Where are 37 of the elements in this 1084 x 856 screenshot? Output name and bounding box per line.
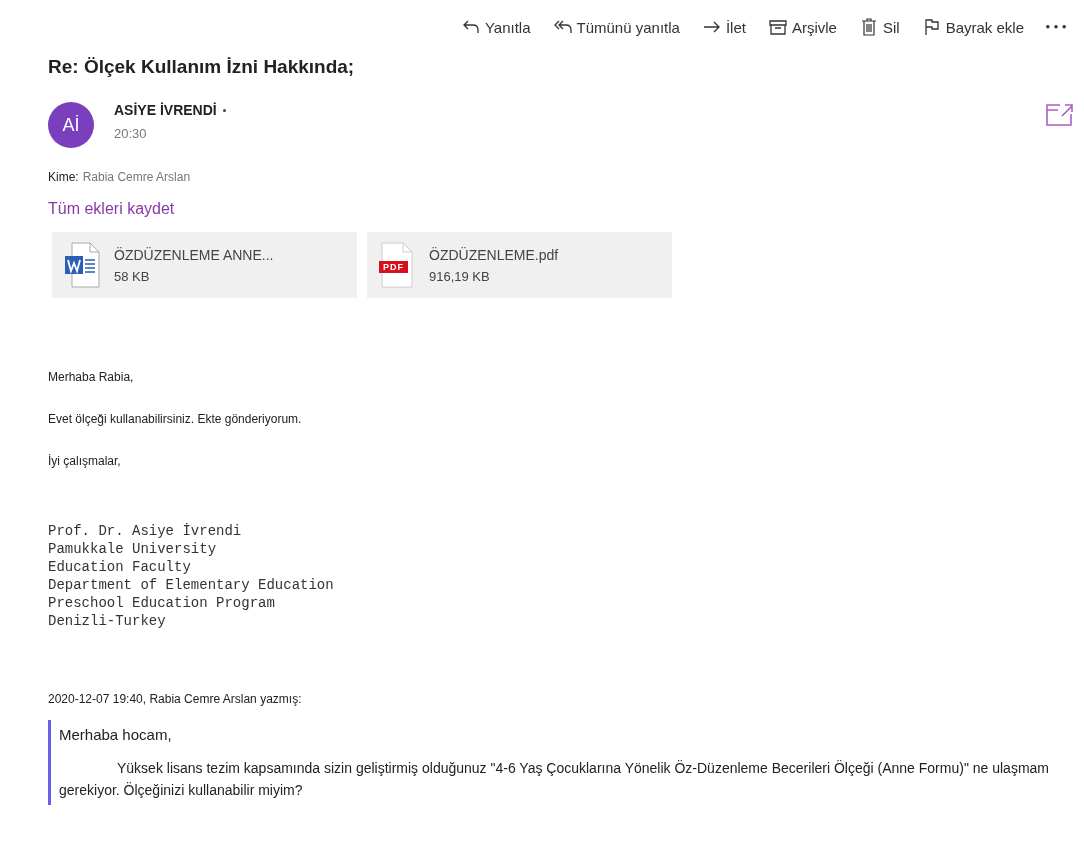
attachment-name: ÖZDÜZENLEME.pdf <box>429 246 559 263</box>
body-paragraph: Evet ölçeği kullanabilirsiniz. Ekte gönderiyorum. <box>48 412 303 426</box>
sender-name: ASİYE İVRENDİ <box>114 102 217 118</box>
recipient-name: Rabia Cemre Arslan <box>82 170 191 184</box>
email-subject: Re: Ölçek Kullanım İzni Hakkında; <box>48 56 356 78</box>
archive-button[interactable]: Arşivle <box>763 15 841 39</box>
quote-header: 2020-12-07 19:40, Rabia Cemre Arslan yazmış: <box>48 692 303 706</box>
signature-line: Prof. Dr. Asiye İvrendi <box>48 522 243 540</box>
attachment-size: 58 KB <box>114 268 151 284</box>
signature-line: Preschool Education Program <box>48 594 276 612</box>
quote-paragraph: Yüksek lisans tezim kapsamında sizin geliştirmiş olduğunuz "4-6 Yaş Çocuklarına Yönelik Öz-Düzenleme Becerileri Ölçeği (Anne Formu)" ne ulaşmam gerekiyor. Ölçeğinizi kullanabilir miyim? <box>59 759 1050 800</box>
attachment-size: 916,19 KB <box>429 268 491 284</box>
sent-time: 20:30 <box>114 126 148 141</box>
popout-icon[interactable] <box>1044 102 1074 128</box>
pdf-file-icon: PDF <box>379 242 415 288</box>
archive-icon <box>767 17 788 37</box>
word-document-icon <box>64 242 100 288</box>
signature-line: Department of Elementary Education <box>48 576 335 594</box>
save-all-attachments-link[interactable]: Tüm ekleri kaydet <box>48 200 175 218</box>
avatar: Aİ <box>48 102 94 148</box>
forward-button[interactable]: İlet <box>697 15 750 39</box>
dot-icon <box>222 108 226 112</box>
body-paragraph: İyi çalışmalar, <box>48 454 122 468</box>
reply-button[interactable]: Yanıtla <box>456 15 535 39</box>
attachment-name: ÖZDÜZENLEME ANNE... <box>114 246 274 263</box>
to-label: Kime: <box>48 170 79 184</box>
attachment-card[interactable]: PDF ÖZDÜZENLEME.pdf 916,19 KB <box>367 232 672 298</box>
signature-line: Denizli-Turkey <box>48 612 167 630</box>
signature-line: Education Faculty <box>48 558 192 576</box>
flag-button[interactable]: Bayrak ekle <box>917 15 1028 39</box>
signature-line: Pamukkale University <box>48 540 218 558</box>
reply-all-button[interactable]: Tümünü yanıtla <box>548 15 684 39</box>
delete-button[interactable]: Sil <box>854 15 904 39</box>
attachment-card[interactable]: ÖZDÜZENLEME ANNE... 58 KB <box>52 232 357 298</box>
quote-greeting: Merhaba hocam, <box>59 726 173 743</box>
body-paragraph: Merhaba Rabia, <box>48 370 135 384</box>
more-icon <box>1046 25 1066 29</box>
